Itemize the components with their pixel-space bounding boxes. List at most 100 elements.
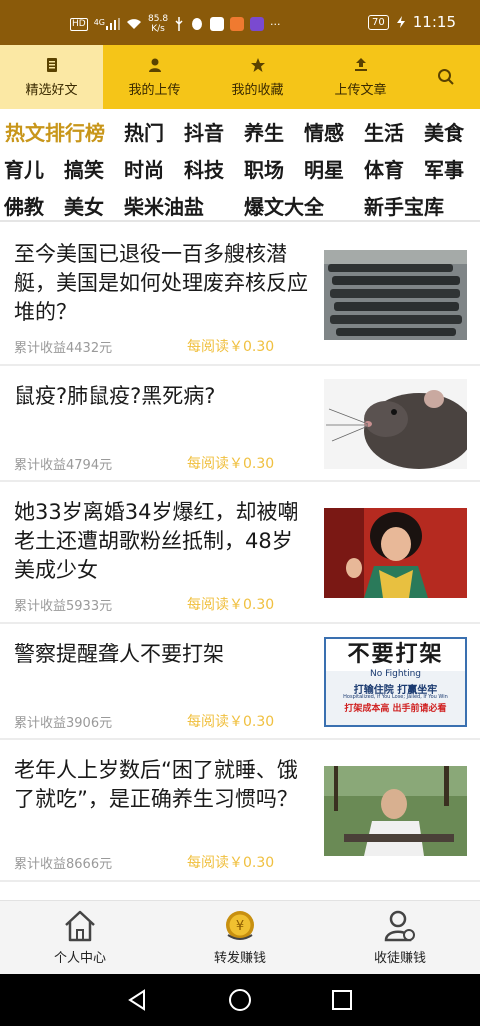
category-hot-ranking[interactable]: 热文排行榜 [5, 117, 105, 146]
tab-upload-article[interactable]: 上传文章 [309, 45, 412, 109]
add-person-icon [384, 910, 415, 942]
bottom-nav: 个人中心 ¥ 转发赚钱 收徒赚钱 [0, 900, 480, 974]
category-row: 热文排行榜 热门 抖音 养生 情感 生活 美食 [4, 113, 480, 150]
category-item[interactable]: 职场 [244, 154, 284, 183]
article-earnings: 累计收益4432元 [14, 341, 113, 356]
category-item[interactable]: 育儿 [4, 154, 44, 183]
tab-label: 上传文章 [334, 82, 387, 98]
article-earnings: 累计收益5933元 [14, 599, 113, 614]
category-item[interactable]: 柴米油盐 [124, 191, 204, 220]
battery-icon: 70 [368, 14, 389, 30]
nav-personal-center[interactable]: 个人中心 [0, 901, 160, 974]
rat-image [324, 379, 467, 469]
category-item[interactable]: 抖音 [184, 117, 224, 146]
sign-english-text: No Fighting [370, 669, 421, 679]
network-type: 4G [93, 18, 105, 27]
status-icons-right: 70 11:15 [368, 13, 456, 31]
category-item[interactable]: 体育 [364, 154, 404, 183]
nav-label: 转发赚钱 [213, 951, 266, 966]
tab-label: 我的上传 [128, 82, 181, 98]
category-item[interactable]: 军事 [424, 154, 464, 183]
sign-main-text: 不要打架 [326, 639, 465, 671]
category-item[interactable]: 佛教 [4, 191, 44, 220]
home-icon [65, 910, 95, 942]
upload-icon [354, 57, 367, 71]
article-list: 至今美国已退役一百多艘核潜艇，美国是如何处理废弃核反应堆的？ 累计收益4432元… [0, 224, 480, 900]
category-item[interactable]: 热门 [124, 117, 164, 146]
search-button[interactable] [412, 45, 480, 109]
article-rate: 每阅读￥0.30 [187, 855, 275, 871]
article-item[interactable]: 警察提醒聋人不要打架 累计收益3906元 每阅读￥0.30 不要打架 No Fi… [0, 624, 480, 740]
article-earnings: 累计收益4794元 [14, 458, 113, 473]
nav-forward-earn[interactable]: ¥ 转发赚钱 [160, 901, 320, 974]
category-item[interactable]: 生活 [364, 117, 404, 146]
back-icon[interactable] [126, 988, 150, 1012]
home-button-icon[interactable] [228, 988, 252, 1012]
nav-label: 收徒赚钱 [373, 951, 426, 966]
article-rate: 每阅读￥0.30 [187, 456, 275, 472]
tab-my-favorites[interactable]: 我的收藏 [206, 45, 309, 109]
search-icon [438, 69, 454, 85]
article-title: 老年人上岁数后“困了就睡、饿了就吃”，是正确养生习惯吗？ [14, 758, 298, 811]
article-earnings: 累计收益3906元 [14, 716, 113, 731]
wifi-icon [127, 19, 141, 29]
submarines-image [324, 250, 467, 340]
speed-unit: K/s [151, 24, 165, 34]
nav-label: 个人中心 [53, 951, 106, 966]
system-nav-bar [0, 974, 480, 1026]
tab-label: 精选好文 [25, 82, 78, 98]
signal-icon: 4G [94, 18, 120, 30]
category-item[interactable]: 时尚 [124, 154, 164, 183]
category-item[interactable]: 搞笑 [64, 154, 104, 183]
person-icon [148, 58, 161, 72]
network-speed: 85.8 K/s [148, 14, 168, 34]
coin-symbol: ¥ [236, 919, 244, 934]
status-bar: HD 4G 85.8 K/s ··· 70 11:15 [0, 0, 480, 45]
article-title: 警察提醒聋人不要打架 [14, 642, 224, 666]
article-title: 鼠疫?肺鼠疫?黑死病? [14, 384, 216, 408]
category-item[interactable]: 科技 [184, 154, 224, 183]
actress-image [324, 508, 467, 598]
document-icon [46, 57, 57, 72]
article-rate: 每阅读￥0.30 [187, 339, 275, 355]
usb-icon [175, 17, 183, 31]
app-notification-icon [250, 17, 265, 31]
article-rate: 每阅读￥0.30 [187, 597, 275, 613]
speed-value: 85.8 [148, 14, 169, 24]
article-earnings: 累计收益8666元 [14, 857, 113, 872]
tab-featured[interactable]: 精选好文 [0, 45, 103, 109]
coin-icon: ¥ [226, 911, 254, 940]
category-item[interactable]: 养生 [244, 117, 284, 146]
elderly-man-image [324, 766, 467, 856]
article-item[interactable]: 老年人上岁数后“困了就睡、饿了就吃”，是正确养生习惯吗？ 累计收益8666元 每… [0, 740, 480, 882]
tab-my-uploads[interactable]: 我的上传 [103, 45, 206, 109]
article-item[interactable]: 她33岁离婚34岁爆红，却被嘲老土还遭胡歌粉丝抵制，48岁美成少女 累计收益59… [0, 482, 480, 624]
category-grid: 热文排行榜 热门 抖音 养生 情感 生活 美食 育儿 搞笑 时尚 科技 职场 明… [0, 109, 480, 222]
category-item[interactable]: 新手宝库 [364, 191, 444, 220]
article-item[interactable]: 鼠疫?肺鼠疫?黑死病? 累计收益4794元 每阅读￥0.30 [0, 366, 480, 482]
category-item[interactable]: 美女 [64, 191, 104, 220]
more-notifications: ··· [270, 17, 281, 31]
hd-indicator: HD [70, 17, 88, 31]
article-title: 至今美国已退役一百多艘核潜艇，美国是如何处理废弃核反应堆的？ [14, 242, 308, 324]
category-row: 育儿 搞笑 时尚 科技 职场 明星 体育 军事 [4, 150, 480, 187]
category-item[interactable]: 情感 [304, 117, 344, 146]
article-item[interactable]: 至今美国已退役一百多艘核潜艇，美国是如何处理废弃核反应堆的？ 累计收益4432元… [0, 224, 480, 366]
app-notification-icon [230, 17, 245, 31]
category-item[interactable]: 爆文大全 [244, 191, 324, 220]
sign-sub-english-text: Hospitalized, if You Lose; Jailed, If Yo… [343, 694, 448, 700]
clock: 11:15 [412, 13, 456, 31]
recents-icon[interactable] [330, 988, 354, 1012]
category-row: 佛教 美女 柴米油盐 爆文大全 新手宝库 [4, 187, 480, 224]
tab-label: 我的收藏 [231, 82, 284, 98]
category-item[interactable]: 明星 [304, 154, 344, 183]
nav-recruit-earn[interactable]: 收徒赚钱 [320, 901, 480, 974]
star-icon [250, 57, 265, 72]
app-notification-icon [210, 17, 225, 31]
article-title: 她33岁离婚34岁爆红，却被嘲老土还遭胡歌粉丝抵制，48岁美成少女 [14, 500, 299, 582]
charging-icon [396, 16, 405, 28]
category-item[interactable]: 美食 [424, 117, 464, 146]
top-tab-bar: 精选好文 我的上传 我的收藏 上传文章 [0, 45, 480, 109]
article-rate: 每阅读￥0.30 [187, 714, 275, 730]
qq-icon [192, 18, 203, 30]
